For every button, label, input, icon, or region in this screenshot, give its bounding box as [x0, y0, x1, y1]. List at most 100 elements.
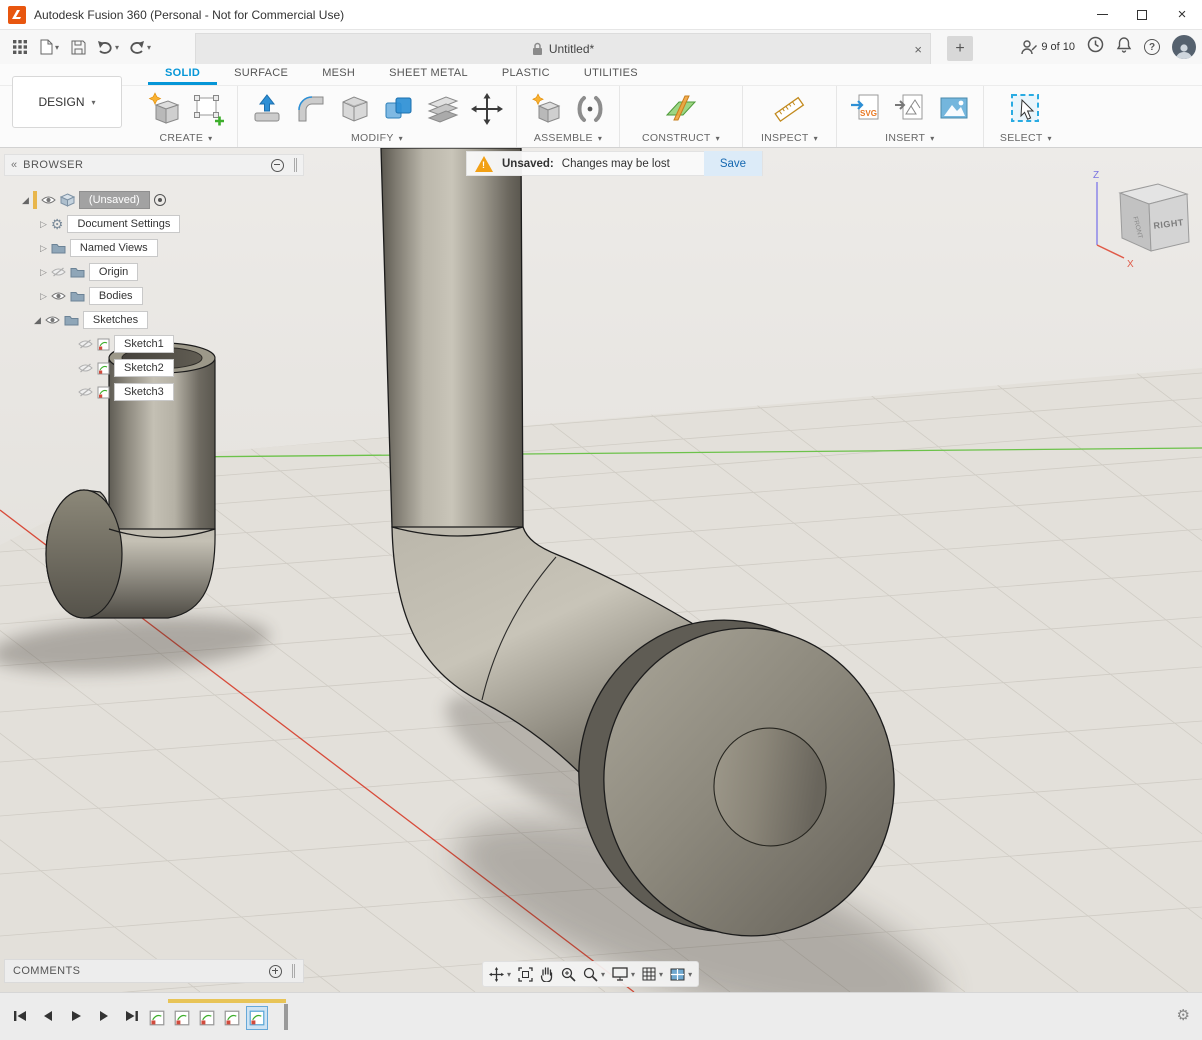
inspect-menu[interactable]: INSPECT▾ — [761, 130, 818, 146]
comments-resize-grip[interactable] — [292, 964, 295, 978]
visibility-off-eye-icon[interactable] — [78, 387, 93, 397]
save-button[interactable] — [66, 34, 90, 60]
timeline-feature-sketch2[interactable] — [171, 1006, 193, 1030]
canvas-icon[interactable] — [935, 89, 973, 129]
insert-svg-icon[interactable]: SVG — [847, 89, 885, 129]
expander-expanded-icon[interactable]: ◢ — [34, 315, 41, 326]
tree-item-label[interactable]: Origin — [89, 263, 138, 281]
step-back-button[interactable] — [36, 1006, 60, 1026]
new-solid-icon[interactable] — [145, 89, 183, 129]
combine-icon[interactable] — [380, 89, 418, 129]
add-comment-icon[interactable] — [269, 965, 282, 978]
expander-expanded-icon[interactable]: ◢ — [22, 195, 29, 206]
new-component-icon[interactable] — [527, 89, 565, 129]
tab-close-icon[interactable]: × — [914, 42, 922, 57]
go-to-start-button[interactable] — [8, 1006, 32, 1026]
press-pull-icon[interactable] — [248, 89, 286, 129]
redo-button[interactable]: ▾ — [126, 34, 154, 60]
timeline-feature-extrude1[interactable] — [221, 1006, 243, 1030]
tree-row-sketch1[interactable]: Sketch1 — [78, 332, 174, 356]
insert-mesh-icon[interactable] — [891, 89, 929, 129]
fit-button[interactable] — [518, 967, 533, 982]
visibility-off-eye-icon[interactable] — [78, 363, 93, 373]
activate-target-icon[interactable] — [154, 194, 166, 206]
timeline-position-marker[interactable] — [284, 1004, 288, 1030]
tree-row-origin[interactable]: ▷ Origin — [40, 260, 138, 284]
visibility-eye-icon[interactable] — [41, 195, 56, 205]
zoom-button[interactable]: ▾ — [583, 967, 605, 982]
panel-resize-grip[interactable] — [294, 158, 297, 172]
play-button[interactable] — [64, 1006, 88, 1026]
notifications-button[interactable] — [1116, 36, 1132, 58]
pan-hand-button[interactable] — [540, 967, 554, 982]
create-menu[interactable]: CREATE▾ — [160, 130, 213, 146]
visibility-off-eye-icon[interactable] — [78, 339, 93, 349]
tree-row-sketches[interactable]: ◢ Sketches — [34, 308, 148, 332]
timeline-settings-gear-icon[interactable]: ⚙ — [1177, 1006, 1190, 1024]
tab-mesh[interactable]: MESH — [305, 64, 372, 85]
comments-bar[interactable]: COMMENTS — [4, 959, 304, 983]
offset-faces-icon[interactable] — [424, 89, 462, 129]
undo-button[interactable]: ▾ — [94, 34, 122, 60]
visibility-off-eye-icon[interactable] — [51, 267, 66, 277]
shell-icon[interactable] — [336, 89, 374, 129]
workspace-switcher[interactable]: DESIGN ▾ — [12, 76, 122, 128]
construct-menu[interactable]: CONSTRUCT▾ — [642, 130, 720, 146]
tree-row-document-settings[interactable]: ▷ ⚙ Document Settings — [40, 212, 180, 236]
visibility-eye-icon[interactable] — [45, 315, 60, 325]
timeline-track[interactable] — [146, 999, 316, 1035]
insert-menu[interactable]: INSERT▾ — [885, 130, 934, 146]
expander-collapsed-icon[interactable]: ▷ — [40, 219, 47, 230]
tree-item-label[interactable]: Sketch2 — [114, 359, 174, 377]
job-status-button[interactable]: 9 of 10 — [1021, 40, 1075, 55]
select-icon[interactable] — [1007, 89, 1045, 129]
zoom-window-button[interactable] — [561, 967, 576, 982]
tree-item-label[interactable]: Bodies — [89, 287, 143, 305]
tree-row-bodies[interactable]: ▷ Bodies — [40, 284, 143, 308]
maximize-button[interactable] — [1122, 0, 1162, 30]
assemble-menu[interactable]: ASSEMBLE▾ — [534, 130, 602, 146]
tab-plastic[interactable]: PLASTIC — [485, 64, 567, 85]
visibility-eye-icon[interactable] — [51, 291, 66, 301]
help-button[interactable]: ? — [1144, 39, 1160, 55]
tree-item-label[interactable]: Document Settings — [67, 215, 180, 233]
tree-row-sketch3[interactable]: Sketch3 — [78, 380, 174, 404]
root-document-label[interactable]: (Unsaved) — [79, 191, 150, 209]
select-menu[interactable]: SELECT▾ — [1000, 130, 1052, 146]
move-copy-icon[interactable] — [468, 89, 506, 129]
measure-icon[interactable] — [770, 89, 808, 129]
new-tab-button[interactable]: + — [947, 36, 973, 61]
close-button[interactable]: × — [1162, 0, 1202, 30]
minimize-button[interactable] — [1082, 0, 1122, 30]
viewports-button[interactable]: ▾ — [670, 968, 692, 981]
tree-item-label[interactable]: Sketch1 — [114, 335, 174, 353]
orbit-button[interactable]: ▾ — [489, 967, 511, 982]
expander-collapsed-icon[interactable]: ▷ — [40, 291, 47, 302]
tree-row-root[interactable]: ◢ (Unsaved) — [22, 188, 166, 212]
expander-collapsed-icon[interactable]: ▷ — [40, 243, 47, 254]
tab-sheet-metal[interactable]: SHEET METAL — [372, 64, 485, 85]
tab-surface[interactable]: SURFACE — [217, 64, 305, 85]
tree-row-sketch2[interactable]: Sketch2 — [78, 356, 174, 380]
document-tab[interactable]: Untitled* × — [195, 33, 931, 64]
save-action-button[interactable]: Save — [704, 151, 762, 176]
go-to-end-button[interactable] — [120, 1006, 144, 1026]
display-settings-button[interactable]: ▾ — [612, 967, 635, 981]
timeline-feature-selected[interactable] — [246, 1006, 268, 1030]
tree-item-label[interactable]: Named Views — [70, 239, 158, 257]
tree-row-named-views[interactable]: ▷ Named Views — [40, 236, 158, 260]
tree-item-label[interactable]: Sketch3 — [114, 383, 174, 401]
grid-snap-button[interactable]: ▾ — [642, 967, 663, 981]
collapse-panel-icon[interactable]: « — [11, 159, 17, 171]
tree-item-label[interactable]: Sketches — [83, 311, 148, 329]
joint-icon[interactable] — [571, 89, 609, 129]
app-grid-icon[interactable] — [8, 34, 32, 60]
timeline-feature-sketch1[interactable] — [146, 1006, 168, 1030]
extensions-button[interactable] — [1087, 36, 1104, 58]
create-sketch-icon[interactable] — [189, 89, 227, 129]
construct-plane-icon[interactable] — [662, 89, 700, 129]
tab-solid[interactable]: SOLID — [148, 64, 217, 85]
viewport-canvas[interactable]: Z X RIGHT FRONT ! Unsaved: Changes may b… — [0, 148, 1202, 992]
timeline-feature-sketch3[interactable] — [196, 1006, 218, 1030]
collapse-all-icon[interactable] — [271, 159, 284, 172]
